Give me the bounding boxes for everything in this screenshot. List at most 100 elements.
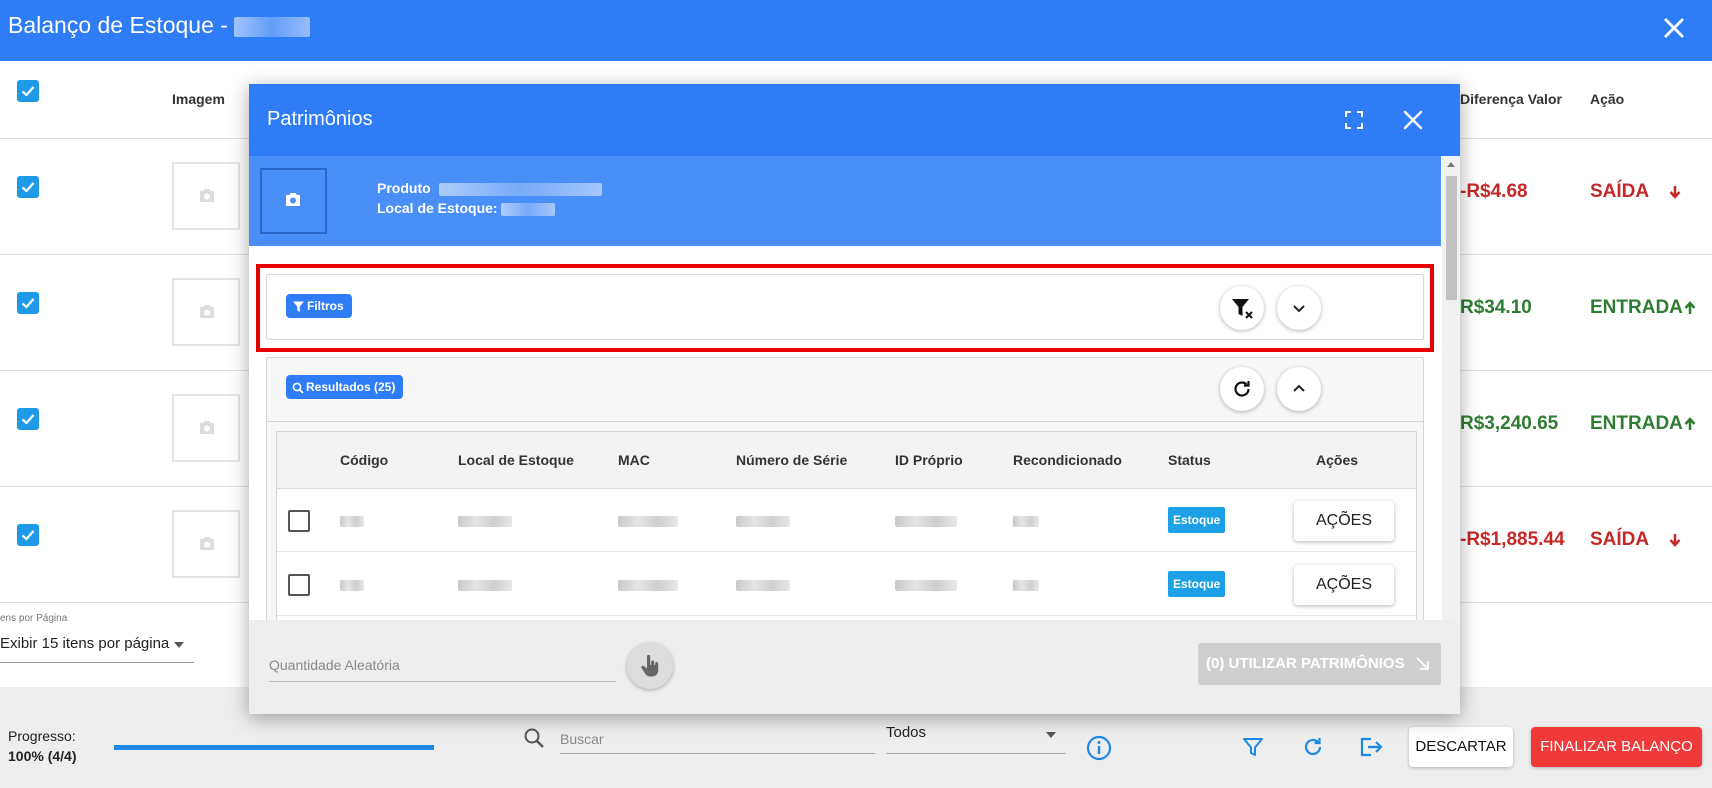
filters-chip-label: Filtros xyxy=(307,299,344,313)
product-location: Local de Estoque: xyxy=(377,200,556,216)
items-per-page-label: ens por Página xyxy=(0,613,68,624)
product-info-band: Produto Local de Estoque: xyxy=(249,156,1441,246)
redacted-text xyxy=(895,516,957,527)
row-checkbox[interactable] xyxy=(288,510,310,532)
dialog-scrollbar[interactable] xyxy=(1442,156,1460,620)
action-status: SAÍDA xyxy=(1590,181,1682,203)
redacted-text xyxy=(1013,580,1039,591)
clear-filters-button[interactable] xyxy=(1220,286,1264,330)
redacted-text xyxy=(458,516,512,527)
redacted-text xyxy=(438,182,602,196)
table-row: Estoque AÇÕES xyxy=(277,489,1416,552)
redacted-text xyxy=(340,580,364,591)
random-quantity-input[interactable] xyxy=(269,648,616,682)
refresh-icon[interactable] xyxy=(1302,736,1324,758)
scrollbar-thumb[interactable] xyxy=(1446,176,1457,300)
close-icon[interactable] xyxy=(1402,109,1424,131)
progress-value: 100% (4/4) xyxy=(8,748,77,764)
results-chip-label: Resultados (25) xyxy=(306,380,396,394)
diff-value: -R$4.68 xyxy=(1460,181,1528,202)
fullscreen-icon[interactable] xyxy=(1345,111,1363,129)
arrow-up-icon xyxy=(1684,417,1696,430)
action-label: SAÍDA xyxy=(1590,181,1649,202)
use-patrimonios-button[interactable]: (0) UTILIZAR PATRIMÔNIOS xyxy=(1198,643,1441,685)
items-per-page-select[interactable]: Exibir 15 itens por página xyxy=(0,635,194,663)
column-header-codigo: Código xyxy=(340,452,389,468)
dialog-title: Patrimônios xyxy=(267,108,373,130)
random-pick-button[interactable] xyxy=(627,643,673,689)
items-per-page-value: Exibir 15 itens por página xyxy=(0,635,170,652)
use-patrimonios-label: (0) UTILIZAR PATRIMÔNIOS xyxy=(1206,655,1405,672)
row-checkbox[interactable] xyxy=(288,574,310,596)
table-row: Estoque AÇÕES xyxy=(277,553,1416,616)
column-header-local-estoque: Local de Estoque xyxy=(458,452,574,468)
local-label: Local de Estoque: xyxy=(377,200,498,216)
discard-button[interactable]: DESCARTAR xyxy=(1409,727,1513,767)
refresh-results-button[interactable] xyxy=(1220,367,1264,411)
row-checkbox[interactable] xyxy=(17,176,39,198)
redacted-text xyxy=(1013,516,1039,527)
redacted-text xyxy=(234,16,311,37)
dialog-header: Patrimônios xyxy=(249,84,1460,156)
exit-icon[interactable] xyxy=(1358,735,1384,759)
app-title-text: Balanço de Estoque - xyxy=(8,12,235,38)
arrow-down-right-icon xyxy=(1416,657,1429,670)
results-panel: Resultados (25) Código Local de Estoque … xyxy=(266,357,1424,620)
camera-icon xyxy=(286,193,300,206)
actions-button[interactable]: AÇÕES xyxy=(1294,501,1394,541)
status-filter-select[interactable]: Todos xyxy=(886,724,1066,754)
action-label: SAÍDA xyxy=(1590,529,1649,550)
refresh-icon xyxy=(1234,381,1250,397)
action-label: ENTRADA xyxy=(1590,413,1683,434)
diff-value: R$34.10 xyxy=(1460,297,1532,318)
row-checkbox[interactable] xyxy=(17,524,39,546)
chevron-down-icon xyxy=(1046,732,1056,738)
product-name: Produto xyxy=(377,180,602,196)
filters-chip: Filtros xyxy=(286,294,352,318)
row-checkbox[interactable] xyxy=(17,292,39,314)
redacted-text xyxy=(340,516,364,527)
divider xyxy=(267,421,1423,422)
camera-icon xyxy=(200,189,214,202)
diff-value: R$3,240.65 xyxy=(1460,413,1559,434)
product-thumbnail xyxy=(172,510,240,578)
product-photo xyxy=(260,168,327,234)
patrimonios-dialog: Patrimônios Produto Local de Estoque: Fi… xyxy=(249,84,1460,714)
select-all-checkbox[interactable] xyxy=(17,80,39,102)
chevron-up-icon xyxy=(1293,384,1305,392)
app-header: Balanço de Estoque - xyxy=(0,0,1712,61)
chevron-down-icon xyxy=(174,642,184,648)
camera-icon xyxy=(200,537,214,550)
redacted-text xyxy=(618,516,678,527)
arrow-up-icon xyxy=(1684,301,1696,314)
column-header-mac: MAC xyxy=(618,452,650,468)
close-icon[interactable] xyxy=(1660,14,1688,42)
dialog-body: Produto Local de Estoque: Filtros Result… xyxy=(249,156,1460,620)
column-header-recondicionado: Recondicionado xyxy=(1013,452,1122,468)
search-icon xyxy=(524,728,544,748)
scroll-up-arrow[interactable] xyxy=(1447,162,1455,167)
hand-pointer-icon xyxy=(641,654,659,677)
info-icon[interactable] xyxy=(1086,735,1112,761)
redacted-text xyxy=(458,580,512,591)
progress-bar xyxy=(114,745,434,750)
search-input[interactable] xyxy=(560,724,875,754)
header-acao: Ação xyxy=(1590,91,1625,107)
collapse-results-button[interactable] xyxy=(1277,367,1321,411)
row-checkbox[interactable] xyxy=(17,408,39,430)
filter-panel: Filtros xyxy=(266,274,1424,340)
table-header: Código Local de Estoque MAC Número de Sé… xyxy=(277,432,1416,489)
column-header-acoes: Ações xyxy=(1316,452,1359,468)
search-icon xyxy=(292,382,304,394)
expand-filters-button[interactable] xyxy=(1277,286,1321,330)
redacted-text xyxy=(501,202,556,216)
column-header-id-proprio: ID Próprio xyxy=(895,452,963,468)
dialog-footer: (0) UTILIZAR PATRIMÔNIOS xyxy=(249,620,1460,714)
product-thumbnail xyxy=(172,162,240,230)
actions-button[interactable]: AÇÕES xyxy=(1294,565,1394,605)
action-status: ENTRADA xyxy=(1590,297,1697,319)
filter-icon[interactable] xyxy=(1242,736,1264,758)
product-thumbnail xyxy=(172,394,240,462)
finalize-button[interactable]: FINALIZAR BALANÇO xyxy=(1531,727,1702,767)
product-label: Produto xyxy=(377,180,431,196)
